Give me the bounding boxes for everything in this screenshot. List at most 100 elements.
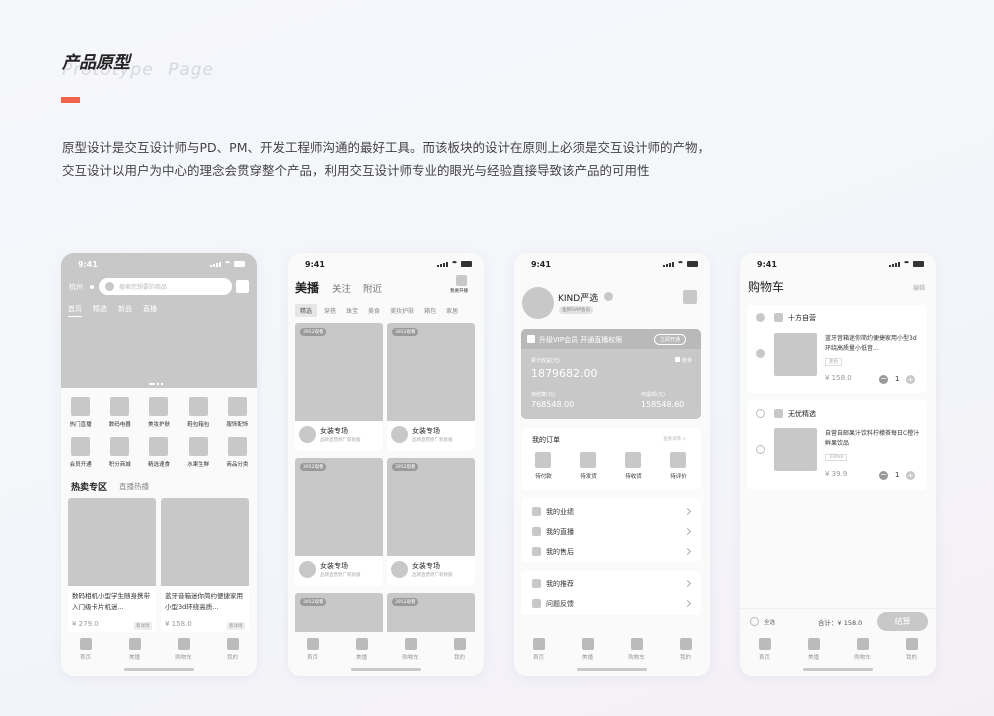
section-hot-sale[interactable]: 热卖专区 (71, 480, 107, 493)
store-checkbox[interactable] (756, 409, 765, 418)
tab-featured[interactable]: 精选 (93, 304, 107, 317)
go-live-icon[interactable] (456, 275, 467, 286)
activate-vip-button[interactable]: 立即开通 (654, 334, 687, 345)
avatar (299, 426, 316, 443)
product-card[interactable]: 数码相机小型学生随身携带入门级卡片机迷... ¥ 279.0 看详情 (68, 498, 156, 633)
phone-profile: 9:41 KIND严选 金牌SVIP会员 升级VIP会员 开通直播权限 立即开通… (514, 253, 710, 676)
product-card[interactable]: 蓝牙音箱迷你简约便捷家用小型3d环绕高质... ¥ 158.0 看详情 (161, 498, 249, 633)
order-pending-payment[interactable]: 待付款 (535, 452, 552, 480)
select-all-checkbox[interactable] (750, 617, 759, 626)
tabbar-me[interactable]: 我的 (213, 638, 253, 676)
tab-live-feed[interactable]: 美播 (295, 279, 319, 296)
category-hot-live[interactable]: 热门直播 (61, 397, 100, 428)
category-digital[interactable]: 数码电器 (100, 397, 139, 428)
menu-my-live[interactable]: 我的直播 (521, 522, 701, 541)
category-fast-food[interactable]: 精选速食 (139, 437, 178, 468)
decrease-qty-button[interactable]: − (879, 375, 888, 384)
orders-link[interactable]: 查看详情 > (663, 436, 686, 442)
header-title: 产品原型 (62, 53, 130, 73)
tabbar-me[interactable]: 我的 (666, 638, 706, 676)
verified-icon (604, 292, 613, 301)
store-icon (774, 313, 783, 322)
bill-link[interactable]: 账单 (682, 357, 692, 364)
tab-follow[interactable]: 关注 (332, 281, 351, 295)
home-icon (306, 638, 319, 650)
tabbar-me[interactable]: 我的 (440, 638, 480, 676)
search-input[interactable]: 搜索您想要的商品 (99, 278, 232, 295)
live-card[interactable]: 3952观看 女装专场 品牌直营原厂新款服 (387, 458, 475, 586)
message-icon[interactable] (236, 280, 249, 293)
checkout-bar: 全选 合计：¥ 158.0 结算 (740, 608, 936, 633)
chevron-right-icon (683, 599, 692, 608)
decrease-qty-button[interactable]: − (879, 471, 888, 480)
category-all[interactable]: 商品分类 (218, 437, 257, 468)
home-indicator (577, 668, 647, 671)
chevron-right-icon (683, 579, 692, 588)
menu-group: 我的推荐 问题反馈 (521, 571, 701, 615)
cart-store: 十方自营 蓝牙音箱迷你简约便捷家用小型3d环绕高质量小低音... 黑色 ¥ 15… (747, 305, 927, 393)
category-fruit[interactable]: 水果生鲜 (179, 437, 218, 468)
tab-home[interactable]: 首页 (68, 304, 82, 317)
home-indicator (351, 668, 421, 671)
tab-new[interactable]: 新品 (118, 304, 132, 317)
section-live-hot[interactable]: 直播热播 (119, 481, 149, 492)
home-tabs: 首页 精选 新品 直播 (68, 304, 157, 317)
tab-live[interactable]: 直播 (143, 304, 157, 317)
status-icons (210, 261, 245, 267)
tabbar-home[interactable]: 首页 (66, 638, 106, 676)
user-icon (226, 638, 239, 650)
increase-qty-button[interactable]: + (906, 471, 915, 480)
order-pending-ship[interactable]: 待发货 (580, 452, 597, 480)
cart-icon (404, 638, 417, 650)
category-membership[interactable]: 会员开通 (61, 437, 100, 468)
store-checkbox[interactable] (756, 313, 765, 322)
category-points-mall[interactable]: 积分商城 (100, 437, 139, 468)
banner-dots (149, 383, 163, 385)
tabbar-home[interactable]: 首页 (519, 638, 559, 676)
edit-button[interactable]: 编辑 (913, 283, 925, 292)
settings-icon[interactable] (683, 290, 697, 304)
search-icon (105, 282, 114, 291)
phone-cart: 9:41 购物车 编辑 十方自营 蓝牙音箱迷你简约便捷家用小型3d环绕高质量小低… (740, 253, 936, 676)
category-bags[interactable]: 鞋包箱包 (179, 397, 218, 428)
home-indicator (124, 668, 194, 671)
live-icon (128, 638, 141, 650)
cart-icon (177, 638, 190, 650)
go-live-label[interactable]: 我要开播 (450, 288, 468, 294)
live-card[interactable]: 3952观看 女装专场 品牌直营原厂新款服 (295, 458, 383, 586)
category-apparel[interactable]: 服饰配饰 (218, 397, 257, 428)
home-icon (79, 638, 92, 650)
header-description: 原型设计是交互设计师与PD、PM、开发工程师沟通的最好工具。而该板块的设计在原则… (62, 140, 710, 178)
user-icon (679, 638, 692, 650)
live-card[interactable]: 3952观看 女装专场 品牌直营原厂新款服 (295, 323, 383, 451)
live-icon (355, 638, 368, 650)
filter-chips: 精选 穿搭 珠宝 美食 美妆护肤 箱包 家居 (295, 304, 484, 317)
menu-referral[interactable]: 我的推荐 (521, 574, 701, 593)
item-checkbox[interactable] (756, 445, 765, 454)
menu-feedback[interactable]: 问题反馈 (521, 594, 701, 613)
menu-performance[interactable]: 我的业绩 (521, 502, 701, 521)
increase-qty-button[interactable]: + (906, 375, 915, 384)
tabbar-me[interactable]: 我的 (892, 638, 932, 676)
status-icons (663, 261, 698, 267)
store-icon (774, 409, 783, 418)
order-pending-review[interactable]: 待评价 (670, 452, 687, 480)
order-pending-receive[interactable]: 待收货 (625, 452, 642, 480)
location-dot-icon (90, 285, 94, 289)
checkout-button[interactable]: 结算 (877, 612, 928, 631)
category-beauty[interactable]: 美妆护肤 (139, 397, 178, 428)
item-checkbox[interactable] (756, 349, 765, 358)
city-label[interactable]: 杭州 (69, 282, 83, 292)
tab-nearby[interactable]: 附近 (363, 281, 382, 295)
chevron-right-icon (683, 527, 692, 536)
accent-bar (61, 97, 80, 103)
product-image (774, 333, 817, 376)
tabbar-home[interactable]: 首页 (745, 638, 785, 676)
avatar[interactable] (522, 287, 554, 319)
earnings-value: 1879682.00 (531, 367, 598, 380)
status-icons (889, 261, 924, 267)
tabbar-home[interactable]: 首页 (293, 638, 333, 676)
product-image (161, 498, 249, 586)
live-card[interactable]: 3952观看 女装专场 品牌直营原厂新款服 (387, 323, 475, 451)
menu-after-sales[interactable]: 我的售后 (521, 542, 701, 561)
